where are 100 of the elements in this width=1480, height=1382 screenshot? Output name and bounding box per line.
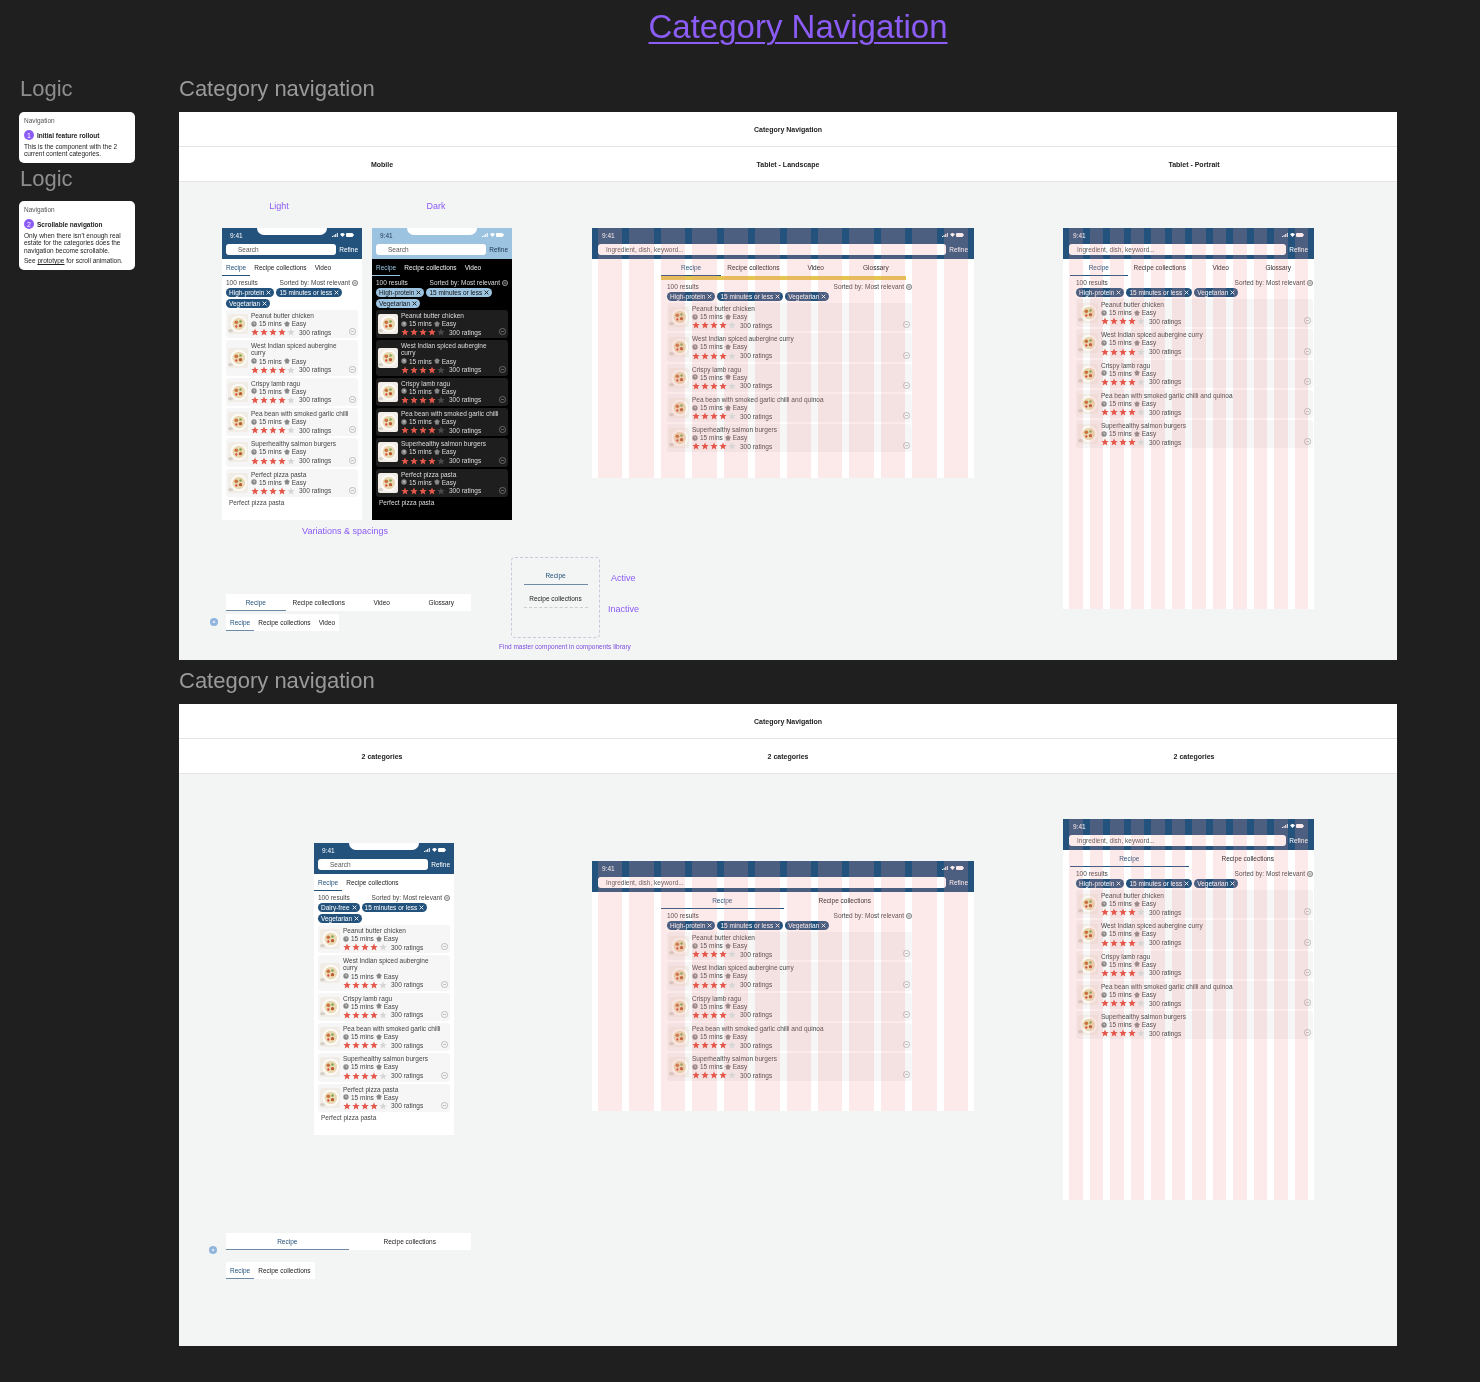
clock-icon	[401, 388, 407, 395]
chef-hat-icon	[375, 935, 382, 942]
more-icon[interactable]	[499, 456, 506, 464]
clock-icon	[1101, 309, 1107, 316]
more-icon[interactable]	[441, 980, 448, 988]
battery-icon	[956, 866, 964, 870]
more-icon[interactable]	[1304, 908, 1311, 916]
wifi-icon	[949, 233, 955, 237]
more-icon[interactable]	[1304, 968, 1311, 976]
more-icon[interactable]	[903, 950, 910, 958]
more-icon[interactable]	[1304, 347, 1311, 355]
more-icon[interactable]	[903, 1071, 910, 1079]
battery-icon	[438, 848, 446, 852]
more-icon[interactable]	[1304, 408, 1311, 416]
signal-icon	[424, 848, 430, 852]
clock-icon	[251, 418, 257, 425]
sort-icon[interactable]	[1307, 279, 1313, 286]
more-icon[interactable]	[1304, 377, 1311, 385]
chef-hat-icon	[433, 358, 440, 365]
clock-icon	[1101, 430, 1107, 437]
more-icon[interactable]	[499, 486, 506, 494]
clock-icon	[1101, 900, 1107, 907]
chef-hat-icon	[375, 1063, 382, 1070]
sort-icon[interactable]	[1307, 870, 1313, 877]
sort-icon[interactable]	[444, 894, 450, 901]
chef-hat-icon	[433, 388, 440, 395]
clock-icon	[251, 479, 257, 486]
chef-hat-icon	[433, 320, 440, 327]
more-icon[interactable]	[349, 426, 356, 434]
more-icon[interactable]	[903, 980, 910, 988]
clock-icon	[1101, 340, 1107, 346]
more-icon[interactable]	[349, 456, 356, 464]
variant-label: Light	[269, 201, 289, 211]
more-icon[interactable]	[499, 426, 506, 434]
chef-hat-icon	[283, 320, 290, 327]
chef-hat-icon	[724, 374, 731, 381]
chef-hat-icon	[724, 344, 731, 350]
battery-icon	[1296, 824, 1304, 828]
signal-icon	[942, 233, 948, 237]
more-icon[interactable]	[499, 328, 506, 336]
more-icon[interactable]	[499, 396, 506, 403]
wifi-icon	[1289, 233, 1295, 237]
chef-hat-icon	[724, 313, 731, 320]
close-icon[interactable]	[484, 290, 490, 295]
clock-icon	[692, 1063, 698, 1070]
sort-icon[interactable]	[906, 912, 912, 919]
more-icon[interactable]	[903, 1041, 910, 1049]
more-icon[interactable]	[441, 1071, 448, 1079]
signal-icon	[1282, 233, 1288, 237]
more-icon[interactable]	[349, 486, 356, 494]
more-icon[interactable]	[349, 396, 356, 403]
more-icon[interactable]	[1304, 938, 1311, 946]
close-icon[interactable]	[416, 290, 422, 295]
chef-hat-icon	[283, 388, 290, 395]
clock-icon	[343, 1033, 349, 1040]
chef-hat-icon	[375, 1003, 382, 1010]
more-icon[interactable]	[903, 351, 910, 359]
chef-hat-icon	[433, 418, 440, 425]
clock-icon	[401, 358, 407, 365]
more-icon[interactable]	[349, 328, 356, 336]
more-icon[interactable]	[441, 1041, 448, 1049]
clock-icon	[692, 404, 698, 411]
sort-icon[interactable]	[352, 279, 358, 286]
signal-icon	[332, 233, 338, 237]
clock-icon	[692, 434, 698, 441]
chef-hat-icon	[283, 448, 290, 455]
clock-icon	[251, 320, 257, 327]
sort-icon[interactable]	[906, 283, 912, 290]
chef-hat-icon	[1133, 1021, 1140, 1028]
more-icon[interactable]	[441, 1101, 448, 1109]
variant-label: Variations & spacings	[302, 526, 388, 536]
more-icon[interactable]	[1304, 438, 1311, 446]
more-icon[interactable]	[349, 365, 356, 373]
close-icon[interactable]	[412, 301, 418, 306]
more-icon[interactable]	[1304, 1029, 1311, 1037]
more-icon[interactable]	[903, 412, 910, 420]
more-icon[interactable]	[441, 1011, 448, 1018]
clock-icon	[251, 358, 257, 365]
phone-notch	[257, 228, 327, 235]
component-instance-icon	[209, 1246, 217, 1254]
battery-icon	[956, 233, 964, 237]
more-icon[interactable]	[441, 943, 448, 951]
component-instance-icon	[210, 618, 218, 626]
chef-hat-icon	[724, 434, 731, 441]
chef-hat-icon	[433, 448, 440, 455]
more-icon[interactable]	[903, 442, 910, 450]
wifi-icon	[949, 866, 955, 870]
more-icon[interactable]	[903, 1010, 910, 1018]
chef-hat-icon	[724, 1003, 731, 1010]
clock-icon	[692, 973, 698, 979]
more-icon[interactable]	[1304, 317, 1311, 325]
more-icon[interactable]	[903, 381, 910, 389]
more-icon[interactable]	[1304, 999, 1311, 1007]
page-title: Category Navigation	[648, 8, 948, 45]
more-icon[interactable]	[903, 321, 910, 329]
clock-icon	[251, 448, 257, 455]
more-icon[interactable]	[499, 365, 506, 373]
clock-icon	[692, 942, 698, 949]
chef-hat-icon	[375, 1094, 382, 1101]
chef-hat-icon	[1133, 991, 1140, 998]
